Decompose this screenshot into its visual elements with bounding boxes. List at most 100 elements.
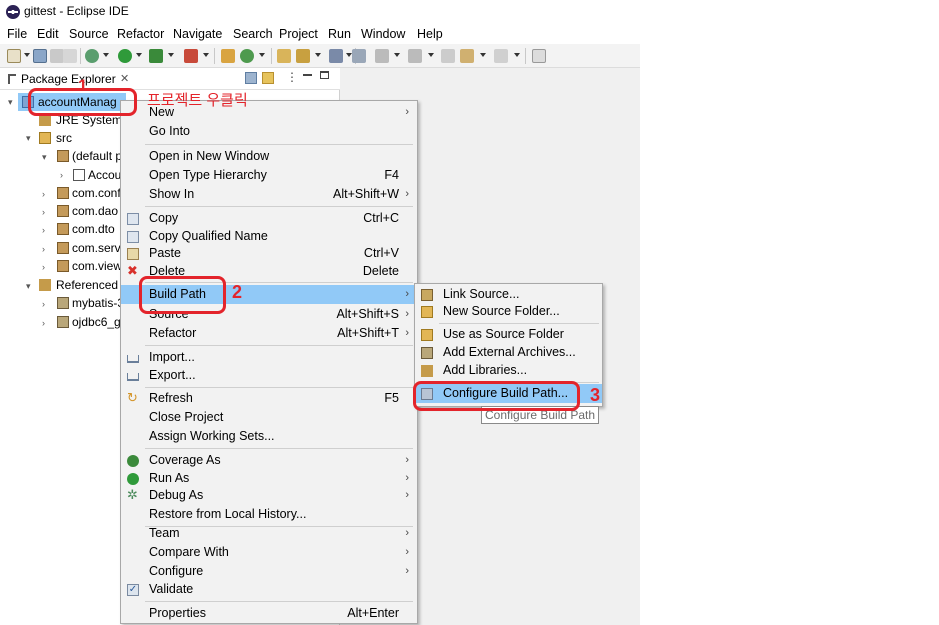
chevron-right-icon[interactable]: › (42, 319, 50, 328)
tree-item-label: com.view (72, 259, 123, 273)
menu-project[interactable]: Project (279, 27, 318, 41)
chevron-down-icon[interactable] (168, 53, 174, 57)
menu-item-coverage-as[interactable]: Coverage As › (121, 451, 417, 470)
save-all-icon[interactable] (50, 49, 64, 63)
menu-navigate[interactable]: Navigate (173, 27, 222, 41)
open-type-icon[interactable] (277, 49, 291, 63)
chevron-right-icon[interactable]: › (42, 263, 50, 272)
chevron-down-icon[interactable]: ▾ (26, 134, 34, 143)
menu-item-properties[interactable]: Properties Alt+Enter (121, 604, 417, 623)
chevron-right-icon[interactable]: › (42, 245, 50, 254)
menu-run[interactable]: Run (328, 27, 351, 41)
menu-item-open-type-hierarchy[interactable]: Open Type Hierarchy F4 (121, 166, 417, 185)
back-icon[interactable] (460, 49, 474, 63)
new-java-package-icon[interactable] (221, 49, 235, 63)
chevron-down-icon[interactable] (394, 53, 400, 57)
last-edit-location-icon[interactable] (441, 49, 455, 63)
menu-source[interactable]: Source (69, 27, 109, 41)
save-icon[interactable] (33, 49, 47, 63)
chevron-down-icon[interactable] (259, 53, 265, 57)
menu-window[interactable]: Window (361, 27, 405, 41)
package-explorer-tab[interactable]: Package Explorer (21, 72, 116, 86)
menu-item-add-external-archives[interactable]: Add External Archives... (415, 343, 602, 362)
menu-item-assign-working-sets[interactable]: Assign Working Sets... (121, 427, 417, 446)
external-tools-icon[interactable] (184, 49, 198, 63)
chevron-right-icon: › (405, 188, 409, 200)
menu-refactor[interactable]: Refactor (117, 27, 164, 41)
tree-item-package[interactable]: com.servi (54, 239, 124, 257)
collapse-all-icon[interactable] (245, 72, 257, 84)
checkmark-icon: ✓ (127, 584, 139, 596)
menu-item-export[interactable]: Export... (121, 366, 417, 385)
source-folder-icon (39, 132, 51, 144)
tree-item-package[interactable]: com.conf (54, 184, 124, 202)
tree-item-jar[interactable]: ojdbc6_g (54, 313, 124, 331)
menu-item-use-as-source-folder[interactable]: Use as Source Folder (415, 325, 602, 344)
chevron-down-icon[interactable] (514, 53, 520, 57)
chevron-right-icon[interactable]: › (60, 171, 68, 180)
menu-item-import[interactable]: Import... (121, 348, 417, 367)
menu-item-refresh[interactable]: ↻ Refresh F5 (121, 389, 417, 408)
menu-file[interactable]: File (7, 27, 27, 41)
pin-editor-icon[interactable] (532, 49, 546, 63)
chevron-right-icon[interactable]: › (42, 226, 50, 235)
toggle-mark-occurrences-icon[interactable] (352, 49, 366, 63)
chevron-down-icon[interactable] (203, 53, 209, 57)
menu-item-refactor[interactable]: Refactor Alt+Shift+T › (121, 324, 417, 343)
new-java-class-icon[interactable] (240, 49, 254, 63)
chevron-right-icon[interactable]: › (42, 300, 50, 309)
tree-item-referenced-libraries[interactable]: Referenced (36, 276, 124, 294)
menu-item-team[interactable]: Team › (121, 524, 417, 543)
menu-item-label: Copy (149, 211, 179, 225)
chevron-down-icon[interactable]: ▾ (42, 153, 50, 162)
tree-item-default-package[interactable]: (default p (54, 147, 124, 165)
chevron-down-icon[interactable]: ▾ (26, 282, 34, 291)
chevron-right-icon[interactable]: › (42, 208, 50, 217)
chevron-down-icon[interactable] (428, 53, 434, 57)
menu-item-compare-with[interactable]: Compare With › (121, 543, 417, 562)
menu-edit[interactable]: Edit (37, 27, 59, 41)
open-task-icon[interactable] (296, 49, 310, 63)
menu-item-debug-as[interactable]: ✲ Debug As › (121, 486, 417, 505)
chevron-down-icon[interactable] (480, 53, 486, 57)
chevron-down-icon[interactable] (24, 53, 30, 57)
minimize-icon[interactable] (303, 74, 312, 76)
tree-item-src[interactable]: src (36, 129, 116, 147)
previous-annotation-icon[interactable] (408, 49, 422, 63)
print-icon[interactable] (63, 49, 77, 63)
menu-item-restore-from-local-history[interactable]: Restore from Local History... (121, 505, 417, 524)
menu-item-paste[interactable]: Paste Ctrl+V (121, 244, 417, 263)
chevron-right-icon[interactable]: › (42, 190, 50, 199)
menu-item-new-source-folder[interactable]: New Source Folder... (415, 302, 602, 321)
menu-item-configure[interactable]: Configure › (121, 562, 417, 581)
chevron-down-icon[interactable]: ▾ (8, 98, 16, 107)
menu-search[interactable]: Search (233, 27, 273, 41)
menu-item-show-in[interactable]: Show In Alt+Shift+W › (121, 185, 417, 204)
menu-item-validate[interactable]: ✓ Validate (121, 580, 417, 599)
run-icon[interactable] (118, 49, 132, 63)
coverage-icon[interactable] (149, 49, 163, 63)
tree-item-java-file[interactable]: Accou (70, 166, 124, 184)
menu-item-add-libraries[interactable]: Add Libraries... (415, 361, 602, 380)
debug-icon[interactable] (85, 49, 99, 63)
link-with-editor-icon[interactable] (262, 72, 274, 84)
new-wizard-icon[interactable] (7, 49, 21, 63)
chevron-down-icon[interactable] (136, 53, 142, 57)
menu-item-close-project[interactable]: Close Project (121, 408, 417, 427)
close-icon[interactable]: ✕ (120, 72, 129, 85)
next-annotation-icon[interactable] (375, 49, 389, 63)
forward-icon[interactable] (494, 49, 508, 63)
tree-item-package[interactable]: com.view (54, 257, 124, 275)
view-menu-icon[interactable]: ⋮ (286, 70, 298, 84)
chevron-down-icon[interactable] (315, 53, 321, 57)
maximize-icon[interactable] (320, 71, 329, 79)
chevron-down-icon[interactable] (103, 53, 109, 57)
tree-item-jar[interactable]: mybatis-3 (54, 294, 124, 312)
search-icon[interactable] (329, 49, 343, 63)
menu-item-go-into[interactable]: Go Into (121, 122, 417, 141)
menu-item-copy[interactable]: Copy Ctrl+C (121, 209, 417, 228)
menu-help[interactable]: Help (417, 27, 443, 41)
menu-item-open-in-new-window[interactable]: Open in New Window (121, 147, 417, 166)
tree-item-package[interactable]: com.dto (54, 220, 124, 238)
tree-item-package[interactable]: com.dao (54, 202, 124, 220)
